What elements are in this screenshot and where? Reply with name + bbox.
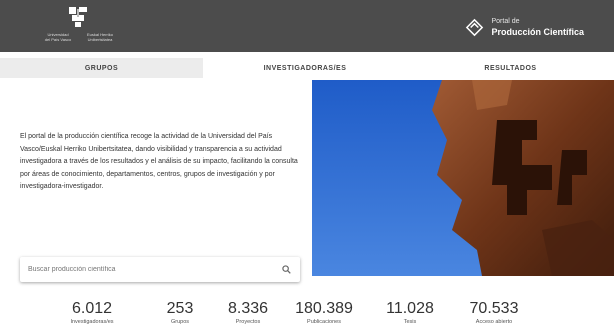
portal-title-small: Portal de (491, 18, 520, 25)
portal-logo-icon (466, 18, 484, 36)
intro-paragraph: El portal de la producción científica re… (20, 133, 298, 190)
stat-tesis[interactable]: 11.028 Tesis (378, 300, 442, 326)
logo-text-es: Universidad del País Vasco (44, 32, 72, 42)
stat-label: Publicaciones (307, 319, 341, 325)
stat-value: 70.533 (469, 300, 519, 317)
stat-value: 6.012 (71, 300, 113, 317)
sculpture-photo (312, 80, 614, 276)
portal-title: Portal de Producción Científica (491, 17, 584, 37)
stats-bar: 6.012 Investigadoras/es 253 Grupos 8.336… (0, 300, 614, 332)
stat-value: 253 (166, 300, 194, 317)
main-tabs: GRUPOS INVESTIGADORAS/ES RESULTADOS (0, 58, 614, 78)
stat-label: Acceso abierto (475, 319, 513, 325)
portal-title-big: Producción Científica (491, 27, 584, 37)
hero-image (312, 80, 614, 276)
search-box (20, 257, 300, 282)
search-input[interactable] (20, 257, 270, 282)
stat-value: 11.028 (386, 300, 434, 317)
stat-value: 180.389 (295, 300, 353, 317)
top-header: Universidad del País Vasco Euskal Herrik… (0, 0, 614, 52)
tab-investigadoras[interactable]: INVESTIGADORAS/ES (203, 58, 407, 78)
stat-investigadoras[interactable]: 6.012 Investigadoras/es (62, 300, 122, 326)
stat-acceso-abierto[interactable]: 70.533 Acceso abierto (462, 300, 526, 326)
stat-value: 8.336 (227, 300, 269, 317)
tab-resultados[interactable]: RESULTADOS (407, 58, 614, 78)
logo-text-eu: Euskal Herriko Unibertsitatea (86, 32, 113, 42)
upv-ehu-logo-icon (69, 7, 87, 27)
stat-proyectos[interactable]: 8.336 Proyectos (222, 300, 274, 326)
stat-label: Proyectos (235, 319, 261, 325)
stat-label: Tesis (403, 319, 417, 325)
stat-grupos[interactable]: 253 Grupos (160, 300, 200, 326)
stat-publicaciones[interactable]: 180.389 Publicaciones (284, 300, 364, 326)
stat-label: Grupos (170, 319, 190, 325)
search-icon[interactable] (282, 265, 291, 274)
portal-brand[interactable]: Portal de Producción Científica (464, 16, 584, 38)
tab-grupos[interactable]: GRUPOS (0, 58, 203, 78)
university-logo[interactable]: Universidad del País Vasco Euskal Herrik… (38, 5, 120, 49)
stat-label: Investigadoras/es (70, 319, 114, 325)
